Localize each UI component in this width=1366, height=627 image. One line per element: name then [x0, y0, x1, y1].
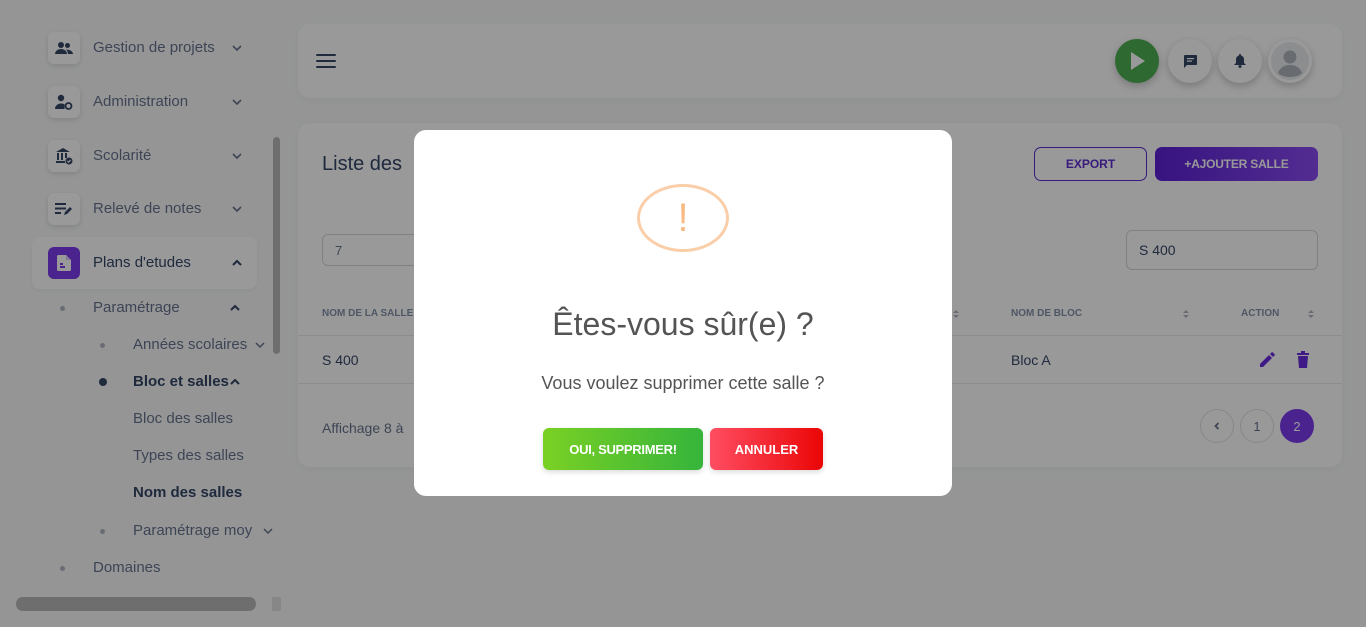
dialog-message: Vous voulez supprimer cette salle ? — [541, 373, 825, 393]
confirm-delete-button[interactable]: OUI, SUPPRIMER! — [543, 428, 703, 470]
dialog-title: Êtes-vous sûr(e) ? — [552, 306, 814, 342]
confirm-delete-dialog: ! Êtes-vous sûr(e) ? Vous voulez supprim… — [414, 130, 952, 496]
cancel-button[interactable]: ANNULER — [710, 428, 823, 470]
warning-icon: ! — [637, 184, 729, 252]
